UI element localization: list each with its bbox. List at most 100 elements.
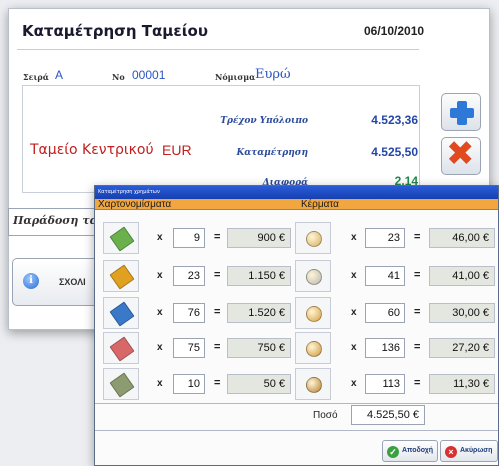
banknote-row: x 75 = 750 € — [103, 332, 293, 364]
multiply-sign: x — [351, 307, 357, 318]
banknote-amount: 750 € — [227, 338, 291, 358]
total-divider — [95, 403, 498, 404]
add-button[interactable] — [441, 93, 481, 131]
number-value[interactable]: 00001 — [132, 68, 165, 82]
coin-amount: 41,00 € — [429, 266, 495, 286]
banknote-image — [103, 260, 139, 292]
coin-row: x 136 = 27,20 € — [295, 332, 499, 364]
equals-sign: = — [214, 377, 221, 389]
x-icon: ✖ — [446, 134, 475, 174]
banknote-row: x 76 = 1.520 € — [103, 297, 293, 329]
cancel-dialog-label: Ακύρωση — [460, 447, 493, 454]
coin-icon — [306, 269, 322, 285]
banknote-qty-input[interactable]: 76 — [173, 303, 205, 323]
banknote-row: x 9 = 900 € — [103, 222, 293, 254]
multiply-sign: x — [351, 232, 357, 243]
coin-qty-input[interactable]: 60 — [365, 303, 405, 323]
coin-row: x 113 = 11,30 € — [295, 368, 499, 400]
banknote-amount: 1.150 € — [227, 266, 291, 286]
multiply-sign: x — [157, 307, 163, 318]
multiply-sign: x — [351, 342, 357, 353]
equals-sign: = — [414, 306, 421, 318]
equals-sign: = — [214, 306, 221, 318]
accept-button[interactable]: ✓ Αποδοχή — [382, 440, 438, 462]
equals-sign: = — [414, 341, 421, 353]
equals-sign: = — [214, 341, 221, 353]
banknote-icon — [109, 264, 135, 290]
banknote-image — [103, 332, 139, 364]
banknote-qty-input[interactable]: 75 — [173, 338, 205, 358]
equals-sign: = — [214, 231, 221, 243]
equals-sign: = — [414, 269, 421, 281]
handover-field[interactable]: Παράδοση τα — [8, 208, 98, 236]
comments-label: ΣΧΟΛΙ — [59, 277, 86, 287]
accept-label: Αποδοχή — [402, 447, 434, 454]
coin-icon — [306, 231, 322, 247]
banknote-icon — [109, 336, 135, 362]
header-divider — [17, 49, 419, 50]
coin-icon — [306, 377, 322, 393]
equals-sign: = — [414, 377, 421, 389]
equals-sign: = — [214, 269, 221, 281]
coin-icon — [306, 306, 322, 322]
balance-value: 4.523,36 — [371, 113, 418, 127]
multiply-sign: x — [157, 378, 163, 389]
coin-qty-input[interactable]: 23 — [365, 228, 405, 248]
multiply-sign: x — [351, 270, 357, 281]
check-icon: ✓ — [387, 446, 399, 458]
coin-amount: 46,00 € — [429, 228, 495, 248]
banknotes-header: Χαρτονομίσματα — [98, 199, 172, 210]
banknote-amount: 1.520 € — [227, 303, 291, 323]
comments-button[interactable]: i ΣΧΟΛΙ — [12, 258, 98, 306]
total-value: 4.525,50 € — [351, 405, 425, 425]
multiply-sign: x — [157, 232, 163, 243]
banknote-qty-input[interactable]: 10 — [173, 374, 205, 394]
multiply-sign: x — [157, 270, 163, 281]
banknote-image — [103, 297, 139, 329]
info-icon: i — [23, 273, 39, 289]
banknote-qty-input[interactable]: 9 — [173, 228, 205, 248]
cancel-dialog-button[interactable]: × Ακύρωση — [440, 440, 498, 462]
buttons-divider — [95, 430, 498, 431]
banknote-qty-input[interactable]: 23 — [173, 266, 205, 286]
coin-row: x 23 = 46,00 € — [295, 222, 499, 254]
coin-qty-input[interactable]: 136 — [365, 338, 405, 358]
coin-amount: 11,30 € — [429, 374, 495, 394]
banknote-row: x 23 = 1.150 € — [103, 260, 293, 292]
coin-image — [295, 368, 331, 400]
banknote-image — [103, 368, 139, 400]
banknote-icon — [109, 372, 135, 398]
cashier-name: Ταμείο Κεντρικού — [30, 142, 154, 158]
banknote-icon — [109, 301, 135, 327]
multiply-sign: x — [157, 342, 163, 353]
money-count-dialog: Καταμέτρηση χρημάτων Χαρτονομίσματα Κέρμ… — [94, 185, 499, 466]
coin-image — [295, 332, 331, 364]
coin-amount: 30,00 € — [429, 303, 495, 323]
coins-header: Κέρματα — [301, 199, 339, 210]
coin-row: x 60 = 30,00 € — [295, 297, 499, 329]
banknote-image — [103, 222, 139, 254]
balance-label: Τρέχον Υπόλοιπο — [220, 116, 308, 126]
total-label: Ποσό — [313, 410, 338, 421]
x-circle-icon: × — [445, 446, 457, 458]
banknote-row: x 10 = 50 € — [103, 368, 293, 400]
coin-qty-input[interactable]: 113 — [365, 374, 405, 394]
number-label: Νο — [112, 72, 125, 82]
coin-qty-input[interactable]: 41 — [365, 266, 405, 286]
cancel-button[interactable]: ✖ — [441, 134, 481, 175]
count-value: 4.525,50 — [371, 145, 418, 159]
coin-image — [295, 297, 331, 329]
date-field[interactable]: 06/10/2010 — [364, 24, 424, 38]
banknote-amount: 50 € — [227, 374, 291, 394]
equals-sign: = — [414, 231, 421, 243]
dialog-column-header: Χαρτονομίσματα Κέρματα — [95, 199, 498, 210]
currency-value[interactable]: Ευρώ — [255, 67, 291, 82]
series-value[interactable]: A — [55, 68, 63, 82]
multiply-sign: x — [351, 378, 357, 389]
banknote-amount: 900 € — [227, 228, 291, 248]
coin-amount: 27,20 € — [429, 338, 495, 358]
count-label: Καταμέτρηση — [236, 148, 308, 158]
coin-image — [295, 260, 331, 292]
coin-row: x 41 = 41,00 € — [295, 260, 499, 292]
banknote-icon — [109, 226, 135, 252]
